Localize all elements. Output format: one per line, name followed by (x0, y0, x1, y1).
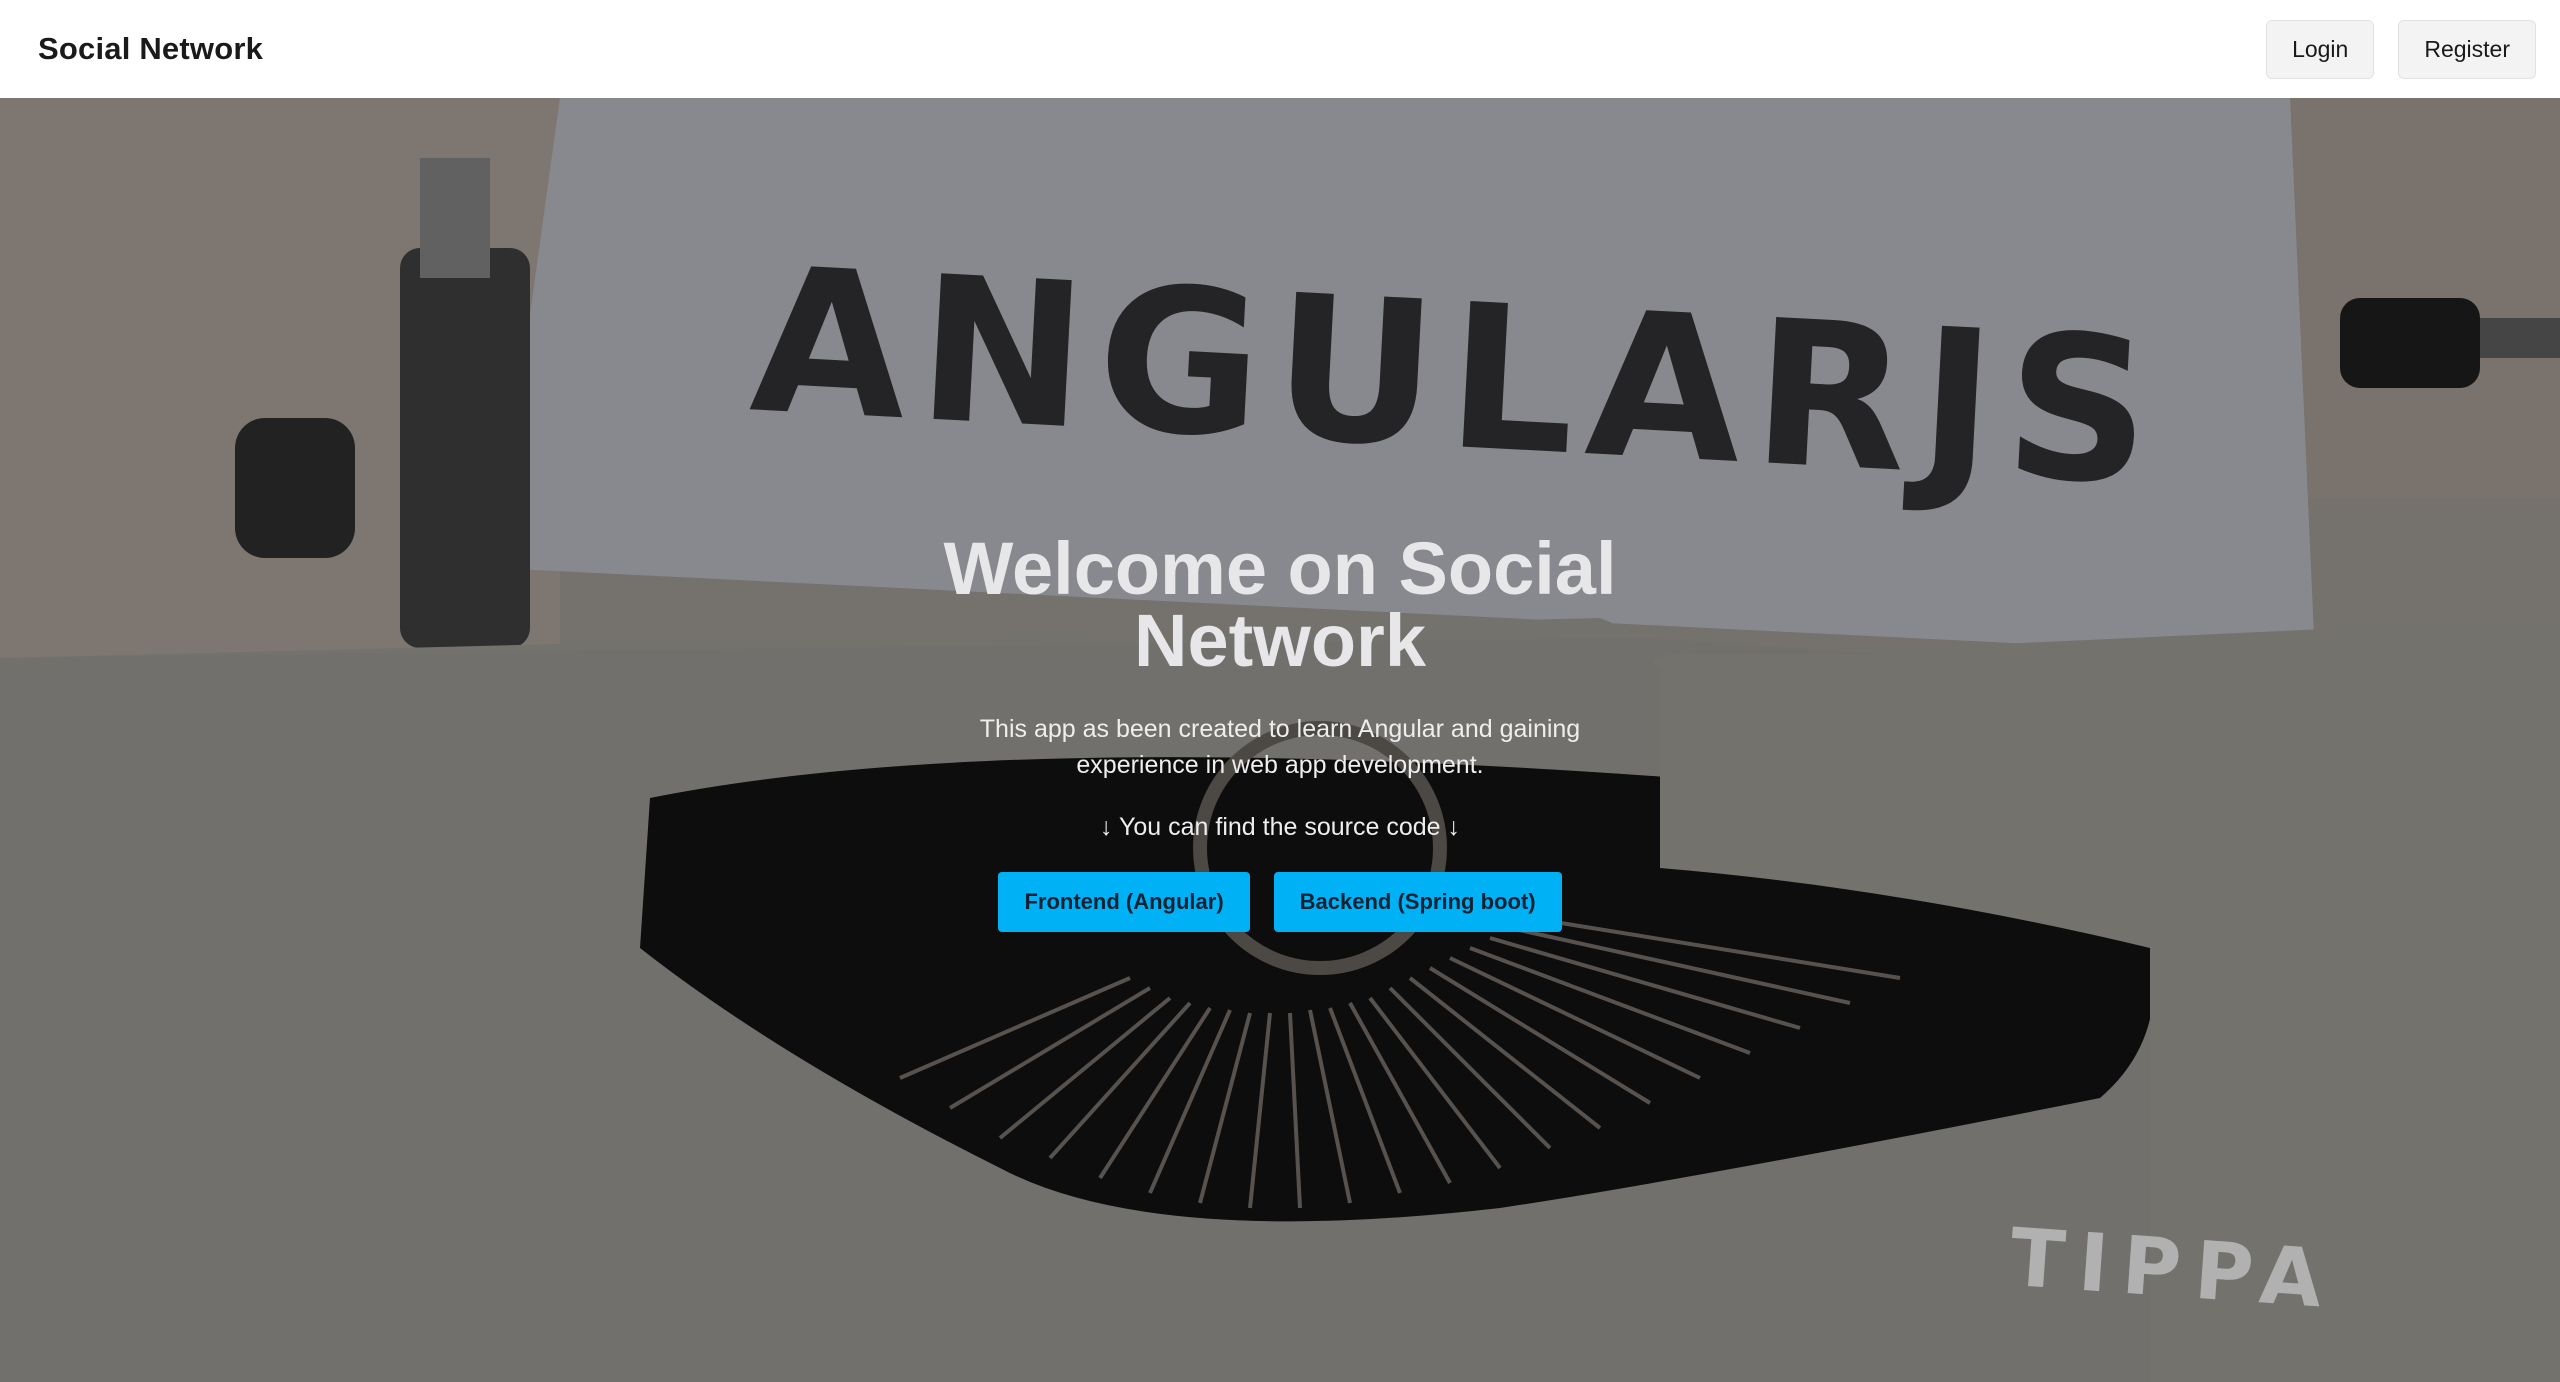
nav-actions: Login Register (2266, 19, 2536, 79)
frontend-angular-button[interactable]: Frontend (Angular) (998, 872, 1250, 932)
backend-spring-boot-button[interactable]: Backend (Spring boot) (1273, 872, 1562, 932)
hero-buttons: Frontend (Angular) Backend (Spring boot) (880, 872, 1680, 932)
hero-description: This app as been created to learn Angula… (979, 715, 1581, 779)
hero-title: Welcome on Social Network (943, 527, 1617, 682)
source-code-text: ↓ You can find the source code ↓ (1100, 813, 1460, 841)
navbar: Social Network Login Register (0, 0, 2560, 98)
brand-title[interactable]: Social Network (38, 31, 263, 67)
hero-content: Welcome on Social Network This app as be… (880, 527, 1680, 932)
hero-section: ANGULARJS TIPPA Welcome on Social Networ… (0, 98, 2560, 1382)
login-button[interactable]: Login (2266, 19, 2375, 79)
register-button[interactable]: Register (2398, 19, 2536, 79)
